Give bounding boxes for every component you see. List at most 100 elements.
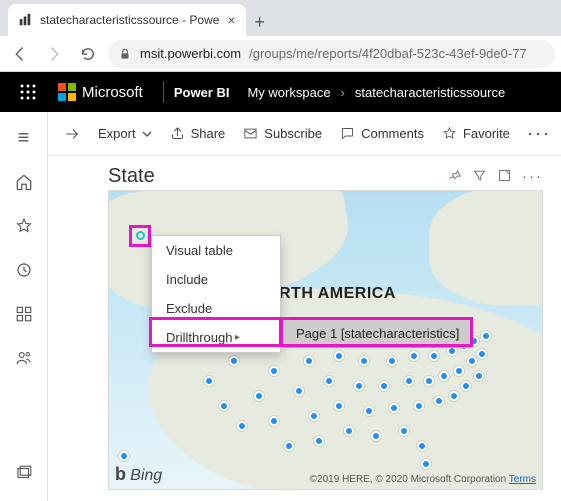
favorite-button[interactable]: Favorite <box>436 122 516 145</box>
nav-hamburger-button[interactable]: ≡ <box>4 118 44 158</box>
browser-tab[interactable]: statecharacteristicssource - Powe × <box>8 4 246 36</box>
map-data-point[interactable] <box>254 391 264 401</box>
arrow-right-icon <box>45 45 63 63</box>
map-data-point[interactable] <box>414 401 424 411</box>
star-icon <box>15 217 33 235</box>
map-data-point[interactable] <box>204 376 214 386</box>
map-data-point[interactable] <box>424 376 434 386</box>
workspaces-icon <box>15 464 33 482</box>
map-data-point[interactable] <box>421 459 431 469</box>
map-data-point[interactable] <box>334 401 344 411</box>
map-visual[interactable]: RTH AMERICA <box>108 190 543 490</box>
map-data-point[interactable] <box>474 371 484 381</box>
nav-home-button[interactable] <box>4 162 44 202</box>
filter-visual-button[interactable] <box>472 168 487 185</box>
bing-label: Bing <box>130 467 162 484</box>
ctx-include[interactable]: Include <box>152 265 280 294</box>
map-data-point[interactable] <box>359 356 369 366</box>
map-data-point[interactable] <box>389 403 399 413</box>
focus-mode-button[interactable] <box>497 168 512 185</box>
map-data-point[interactable] <box>229 356 239 366</box>
subscribe-button[interactable]: Subscribe <box>237 122 328 145</box>
map-data-point[interactable] <box>379 381 389 391</box>
visual-more-button[interactable]: ··· <box>522 168 543 185</box>
app-launcher-button[interactable] <box>8 84 48 100</box>
selected-data-point[interactable] <box>136 231 145 240</box>
map-data-point[interactable] <box>417 441 427 451</box>
map-data-point[interactable] <box>481 331 491 341</box>
nav-apps-button[interactable] <box>4 294 44 334</box>
new-tab-button[interactable]: + <box>246 8 274 36</box>
forward-button[interactable] <box>40 40 68 68</box>
map-data-point[interactable] <box>324 376 334 386</box>
nav-shared-button[interactable] <box>4 338 44 378</box>
map-data-point[interactable] <box>269 366 279 376</box>
map-data-point[interactable] <box>409 351 419 361</box>
map-data-point[interactable] <box>477 349 487 359</box>
nav-workspaces-button[interactable] <box>4 453 44 493</box>
map-data-point[interactable] <box>237 421 247 431</box>
favorite-label: Favorite <box>463 126 510 141</box>
map-data-point[interactable] <box>467 356 477 366</box>
mail-icon <box>243 126 258 141</box>
filter-icon <box>472 168 487 183</box>
map-data-point[interactable] <box>434 396 444 406</box>
map-data-point[interactable] <box>429 351 439 361</box>
ctx-visual-table[interactable]: Visual table <box>152 236 280 265</box>
map-data-point[interactable] <box>461 381 471 391</box>
file-menu-button[interactable] <box>58 122 86 146</box>
breadcrumb-report[interactable]: statecharacteristicssource <box>355 85 505 100</box>
reload-icon <box>79 45 97 63</box>
map-data-point[interactable] <box>314 436 324 446</box>
nav-favorites-button[interactable] <box>4 206 44 246</box>
comments-button[interactable]: Comments <box>334 122 430 145</box>
drillthrough-submenu: Page 1 [statecharacteristics] <box>281 319 471 348</box>
ctx-drillthrough[interactable]: Drillthrough▸ <box>152 323 280 352</box>
map-data-point[interactable] <box>304 356 314 366</box>
map-data-point[interactable] <box>371 431 381 441</box>
map-data-point[interactable] <box>399 426 409 436</box>
people-icon <box>15 349 33 367</box>
attribution-terms-link[interactable]: Terms <box>509 474 536 485</box>
ctx-exclude[interactable]: Exclude <box>152 294 280 323</box>
map-data-point[interactable] <box>404 376 414 386</box>
comment-icon <box>340 126 355 141</box>
map-data-point[interactable] <box>309 411 319 421</box>
map-data-point[interactable] <box>284 441 294 451</box>
back-button[interactable] <box>6 40 34 68</box>
reload-button[interactable] <box>74 40 102 68</box>
map-data-point[interactable] <box>334 351 344 361</box>
submenu-arrow-icon: ▸ <box>235 332 240 343</box>
drillthrough-page-item[interactable]: Page 1 [statecharacteristics] <box>282 320 470 347</box>
browser-address-bar: msit.powerbi.com/groups/me/reports/4f20d… <box>0 36 561 72</box>
share-button[interactable]: Share <box>164 122 232 145</box>
microsoft-logo[interactable]: Microsoft <box>58 83 143 101</box>
report-canvas: State ··· RTH AMERICA <box>48 156 561 490</box>
map-data-point[interactable] <box>269 416 279 426</box>
map-data-point[interactable] <box>294 386 304 396</box>
toolbar-more-button[interactable]: ··· <box>527 123 551 144</box>
product-name[interactable]: Power BI <box>174 85 230 100</box>
export-button[interactable]: Export <box>92 122 158 145</box>
breadcrumb-workspace[interactable]: My workspace <box>247 85 330 100</box>
browser-tab-strip: statecharacteristicssource - Powe × + <box>0 0 561 36</box>
ctx-item-label: Exclude <box>166 301 212 316</box>
map-data-point[interactable] <box>454 366 464 376</box>
map-data-point[interactable] <box>119 451 129 461</box>
map-data-point[interactable] <box>364 406 374 416</box>
map-data-point[interactable] <box>387 356 397 366</box>
drillthrough-page-label: Page 1 [statecharacteristics] <box>296 326 459 341</box>
map-data-point[interactable] <box>439 371 449 381</box>
star-outline-icon <box>442 126 457 141</box>
report-toolbar: Export Share Subscribe Comments Favorite… <box>48 112 561 156</box>
powerbi-tab-icon <box>18 13 32 27</box>
pin-visual-button[interactable] <box>447 168 462 185</box>
tab-close-icon[interactable]: × <box>227 12 235 28</box>
map-data-point[interactable] <box>354 381 364 391</box>
arrow-left-icon <box>11 45 29 63</box>
nav-recent-button[interactable] <box>4 250 44 290</box>
map-data-point[interactable] <box>219 401 229 411</box>
map-data-point[interactable] <box>344 426 354 436</box>
map-data-point[interactable] <box>449 391 459 401</box>
url-box[interactable]: msit.powerbi.com/groups/me/reports/4f20d… <box>108 40 555 68</box>
